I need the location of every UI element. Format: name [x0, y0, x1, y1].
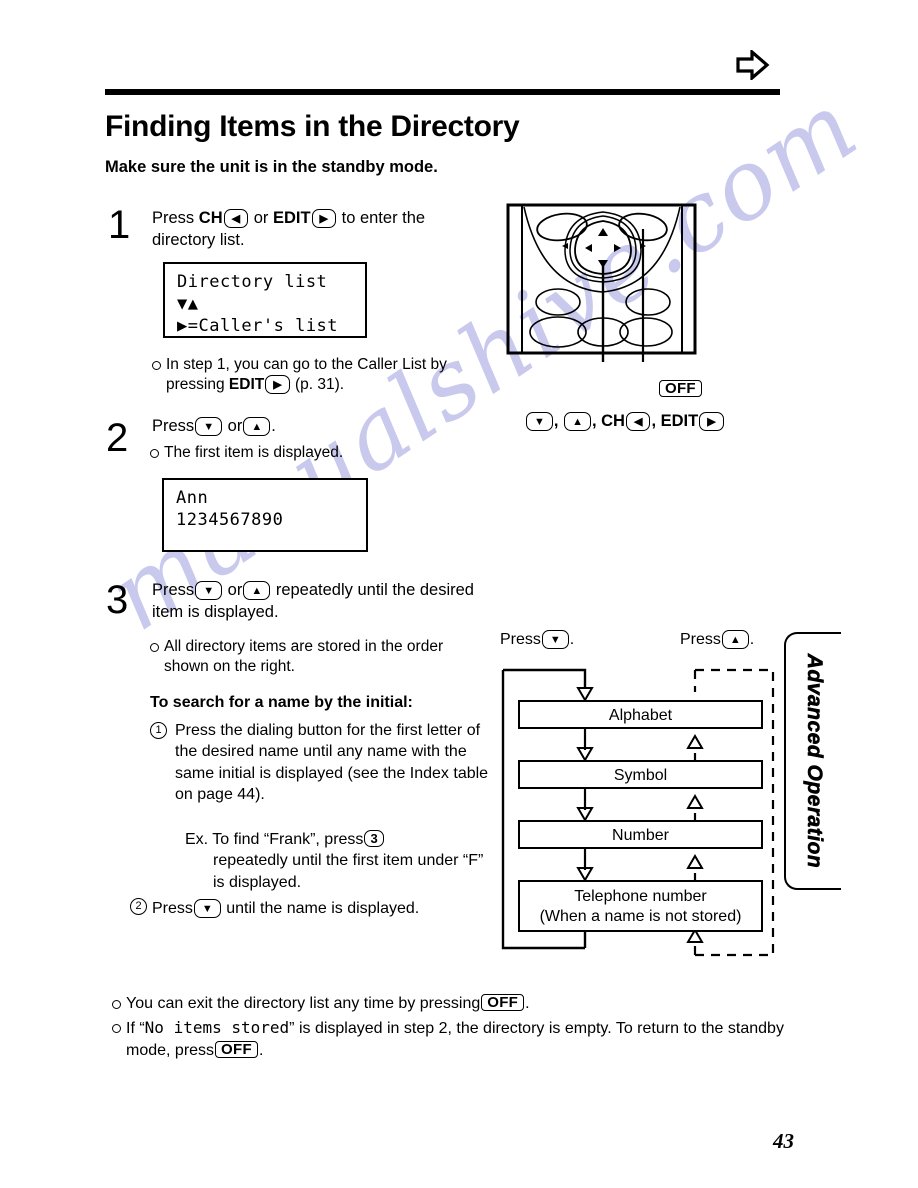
- down-key-icon: ▼: [195, 417, 223, 436]
- off-key-icon: OFF: [215, 1041, 258, 1059]
- step-1-note-text-b: (p. 31).: [295, 376, 345, 394]
- directory-order-flowchart: Press ▼. Press ▲. Alphabet Symbol Number…: [495, 630, 785, 970]
- lcd-display-step-2: Ann 1234567890: [162, 478, 368, 552]
- footer-note-2: If “No items stored” is displayed in ste…: [112, 1017, 792, 1063]
- ch-key-icon: ◀: [223, 209, 249, 228]
- down-key-icon: ▼: [193, 899, 221, 918]
- footer-note-1: You can exit the directory list any time…: [112, 993, 792, 1016]
- section-side-tab-label: Advanced Operation: [802, 653, 826, 869]
- flow-box-alphabet: Alphabet: [518, 700, 763, 729]
- lcd2-line-2: 1234567890: [176, 509, 284, 530]
- caption-sep-2: ,: [591, 412, 602, 430]
- device-keypad-illustration: [500, 202, 710, 427]
- dial-key-3-icon: 3: [364, 830, 384, 847]
- lcd-display-step-1: Directory list ▼▲ ▶=Caller's list: [163, 262, 367, 338]
- page-number: 43: [773, 1129, 794, 1153]
- flow-box-number: Number: [518, 820, 763, 849]
- step-3-or-word: or: [227, 581, 243, 599]
- ch-label: CH: [601, 412, 625, 430]
- step-1-edit-label: EDIT: [272, 209, 311, 227]
- edit-key-icon: ▶: [265, 375, 290, 395]
- step-1-note: In step 1, you can go to the Caller List…: [152, 355, 486, 395]
- step-3-number: 3: [106, 578, 129, 622]
- step-1-or-word: or: [253, 209, 269, 227]
- step-1-ch-label: CH: [198, 209, 223, 227]
- edit-label: EDIT: [660, 412, 699, 430]
- step-1-instruction: Press CH ◀ or EDIT ▶ to enter the director…: [152, 208, 482, 252]
- footer-note-2-text-a: If “: [126, 1019, 145, 1037]
- step-1-number: 1: [108, 203, 131, 247]
- search-item-2-text-a: Press: [152, 900, 193, 917]
- down-key-icon: ▼: [526, 412, 553, 431]
- bullet-icon: [152, 361, 161, 370]
- step-2-note-text: The first item is displayed.: [164, 444, 344, 461]
- step-3-note: All directory items are stored in the or…: [150, 637, 484, 678]
- bullet-icon: [150, 449, 159, 458]
- flow-box-symbol-label: Symbol: [613, 767, 668, 784]
- lcd1-line-3: ▶=Caller's list: [177, 315, 339, 336]
- flow-box-telephone-label: Telephone number: [574, 888, 707, 905]
- example-suffix: repeatedly until the first item under “F…: [213, 852, 484, 891]
- up-key-icon: ▲: [564, 412, 591, 431]
- down-key-icon: ▼: [195, 581, 223, 600]
- header-rule: [105, 89, 780, 95]
- footer-note-2-text-c: .: [258, 1042, 264, 1060]
- bullet-icon: [112, 1023, 121, 1033]
- off-key-icon: OFF: [659, 380, 702, 397]
- search-example: Ex. To find “Frank”, press 3 repeatedly u…: [185, 829, 490, 893]
- step-3-note-text: All directory items are stored in the or…: [164, 638, 444, 676]
- step-1-note-edit-label: EDIT: [228, 376, 265, 394]
- step-3-press-word: Press: [152, 581, 195, 599]
- flow-box-number-label: Number: [612, 827, 669, 844]
- caption-sep-3: ,: [651, 412, 661, 430]
- search-item-1-text: Press the dialing button for the first l…: [175, 722, 489, 803]
- flow-box-symbol: Symbol: [518, 760, 763, 789]
- step-2-instruction: Press ▼ or ▲.: [152, 416, 482, 438]
- step-1-press-word: Press: [152, 209, 195, 227]
- lcd1-line-1: Directory list: [177, 272, 328, 292]
- page-subtitle: Make sure the unit is in the standby mod…: [105, 158, 438, 176]
- circled-number-2: 2: [130, 898, 147, 915]
- bullet-icon: [112, 1000, 121, 1009]
- search-item-2-text-b: until the name is displayed.: [226, 900, 420, 917]
- off-key-callout: OFF: [658, 380, 703, 399]
- lcd1-line-2: ▼▲: [177, 293, 199, 314]
- step-2-press-word: Press: [152, 417, 195, 435]
- footer-notes: You can exit the directory list any time…: [112, 993, 792, 1064]
- ch-key-icon: ◀: [625, 412, 651, 431]
- footer-note-2-display-text: No items stored: [144, 1017, 290, 1037]
- caption-sep-1: ,: [553, 412, 564, 430]
- step-2-note: The first item is displayed.: [150, 443, 494, 464]
- circled-number-1: 1: [150, 722, 167, 739]
- search-by-initial-heading: To search for a name by the initial:: [150, 694, 413, 711]
- edit-key-icon: ▶: [311, 209, 337, 228]
- bullet-icon: [150, 643, 159, 652]
- step-2-or-word: or: [227, 417, 243, 435]
- flow-box-telephone-sublabel: (When a name is not stored): [539, 907, 742, 925]
- step-2-period: .: [271, 417, 276, 435]
- footer-note-1-text-b: .: [525, 995, 530, 1012]
- step-3-instruction: Press ▼ or ▲ repeatedly until the desired …: [152, 580, 482, 624]
- search-item-2: 2 Press ▼ until the name is displayed.: [130, 898, 492, 919]
- right-arrow-icon: [736, 48, 770, 82]
- off-key-icon: OFF: [481, 994, 525, 1011]
- footer-note-1-text-a: You can exit the directory list any time…: [126, 995, 481, 1012]
- edit-key-icon: ▶: [699, 412, 724, 431]
- manual-page: manualshive.com Finding Items in the Dir…: [0, 0, 918, 1188]
- up-key-icon: ▲: [243, 581, 271, 600]
- page-title: Finding Items in the Directory: [105, 110, 520, 143]
- flow-box-telephone-number: Telephone number (When a name is not sto…: [518, 880, 763, 932]
- section-side-tab: Advanced Operation: [784, 632, 841, 890]
- lcd2-line-1: Ann: [176, 488, 209, 508]
- nav-keys-callout: ▼, ▲, CH ◀, EDIT ▶: [525, 412, 725, 431]
- up-key-icon: ▲: [243, 417, 271, 436]
- search-item-1: 1 Press the dialing button for the first…: [150, 720, 490, 805]
- step-2-number: 2: [106, 416, 129, 460]
- flow-box-alphabet-label: Alphabet: [608, 707, 673, 724]
- example-prefix: Ex. To find “Frank”, press: [185, 831, 364, 848]
